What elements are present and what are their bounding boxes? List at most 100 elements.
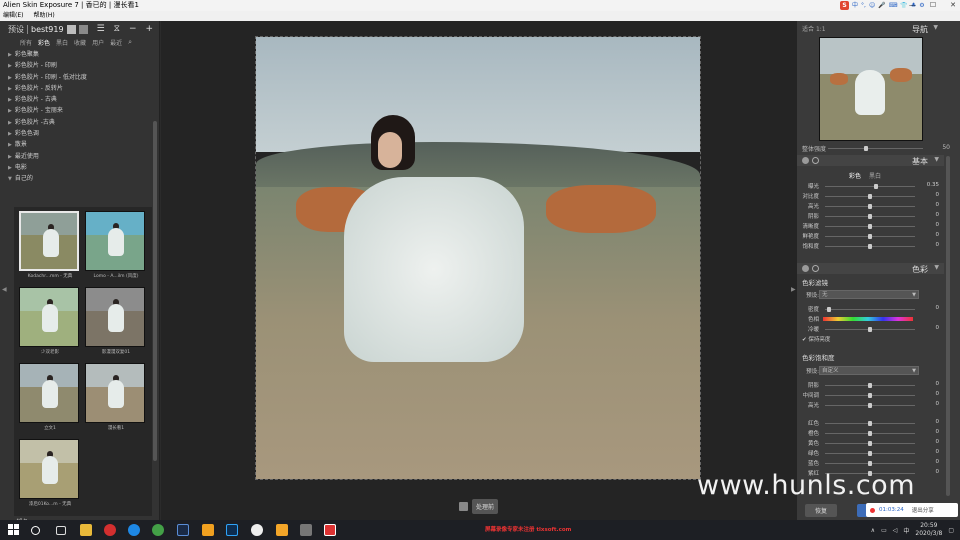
slider-track[interactable]: [825, 431, 915, 436]
slider-knob[interactable]: [868, 461, 872, 466]
preserve-luminance-checkbox[interactable]: ✔ 保持亮度: [802, 335, 830, 343]
slider-value[interactable]: 0: [936, 325, 940, 331]
slider-track[interactable]: [825, 224, 915, 229]
ime-emoji-icon[interactable]: ☺: [869, 0, 875, 11]
network-icon[interactable]: ▭: [881, 527, 887, 534]
slider-value[interactable]: 0: [936, 419, 940, 425]
overall-strength-slider[interactable]: [828, 146, 923, 151]
slider-track[interactable]: [825, 441, 915, 446]
slider-knob[interactable]: [868, 441, 872, 446]
screen-recorder-app-icon[interactable]: [300, 524, 312, 536]
tree-item[interactable]: ▶ 彩色聚集: [8, 49, 148, 60]
slider-track[interactable]: [825, 393, 915, 398]
slider-knob[interactable]: [868, 204, 872, 209]
qq-icon[interactable]: [251, 524, 263, 536]
slider-track[interactable]: [825, 421, 915, 426]
minimize-icon[interactable]: —: [909, 0, 916, 11]
saturation-preset-select[interactable]: 自定义 ▼: [819, 366, 919, 375]
tree-item[interactable]: ▶ 彩色胶片 - 宝丽来: [8, 105, 148, 116]
preset-thumbnail[interactable]: 影漫漫双复01: [85, 287, 147, 355]
slider-knob[interactable]: [868, 194, 872, 199]
tree-item-expanded[interactable]: ▼ 自己的: [8, 173, 148, 184]
slider-knob[interactable]: [868, 327, 872, 332]
compare-view-icon[interactable]: [459, 502, 468, 511]
panel-reset-icon[interactable]: [812, 157, 819, 164]
slider-track[interactable]: [825, 204, 915, 209]
tab-bw[interactable]: 黑白: [56, 38, 68, 47]
slider-track[interactable]: [825, 234, 915, 239]
slider-value[interactable]: 0: [936, 242, 940, 248]
slider-track[interactable]: [825, 383, 915, 388]
before-button[interactable]: 处理前: [472, 499, 499, 514]
ime-voice-icon[interactable]: 🎤: [878, 0, 885, 11]
tray-expand-icon[interactable]: ∧: [871, 527, 875, 534]
exposure-app-icon[interactable]: [324, 524, 336, 536]
slider-track[interactable]: [825, 403, 915, 408]
preset-thumbnail[interactable]: Lomo - A...ilm (风度): [85, 211, 147, 279]
collapse-icon[interactable]: ⧖: [114, 24, 120, 34]
tree-item[interactable]: ▶ 彩色胶片 -古典: [8, 117, 148, 128]
photoshop-icon[interactable]: [226, 524, 238, 536]
tree-item[interactable]: ▶ 电影: [8, 162, 148, 173]
slider-value[interactable]: 0: [936, 202, 940, 208]
tree-item[interactable]: ▶ 彩色色调: [8, 128, 148, 139]
browser-icon[interactable]: [128, 524, 140, 536]
tab-user[interactable]: 用户: [92, 38, 104, 47]
slider-track[interactable]: [825, 244, 915, 249]
photo-canvas[interactable]: [255, 36, 701, 480]
panel-menu-icon[interactable]: ▼: [934, 156, 939, 163]
slider-value[interactable]: 0: [936, 459, 940, 465]
tab-all[interactable]: 所有: [20, 38, 32, 47]
slider-value[interactable]: 0: [936, 381, 940, 387]
adjustments-scrollbar[interactable]: [946, 156, 950, 496]
reset-button[interactable]: 恢复: [805, 504, 838, 517]
ime-keyboard-icon[interactable]: ⌨: [889, 0, 898, 11]
slider-track[interactable]: [825, 461, 915, 466]
basic-panel-header[interactable]: 基本 ▼: [797, 155, 944, 166]
slider-knob[interactable]: [868, 421, 872, 426]
slider-value[interactable]: 0: [936, 449, 940, 455]
maximize-icon[interactable]: ☐: [930, 0, 936, 11]
tab-color-mode[interactable]: 彩色: [849, 171, 861, 180]
task-view-icon[interactable]: [56, 526, 66, 535]
slider-track[interactable]: [825, 307, 915, 312]
zoom-fit[interactable]: 适合: [802, 26, 814, 33]
zoom-1-1[interactable]: 1:1: [816, 26, 826, 33]
slider-knob[interactable]: [874, 184, 878, 189]
navigator-menu-icon[interactable]: ▼: [933, 24, 938, 31]
color-panel-header[interactable]: 色彩 ▼: [797, 263, 944, 274]
tree-item[interactable]: ▶ 散景: [8, 139, 148, 150]
tree-item[interactable]: ▶ 彩色胶片 - 印刷 - 低对比度: [8, 72, 148, 83]
preset-thumbnail[interactable]: 少双老影: [19, 287, 81, 355]
exit-share-button[interactable]: 退出分享: [912, 506, 934, 514]
preset-thumbnail[interactable]: 漫长看1: [85, 363, 147, 431]
preset-thumbnail[interactable]: Kodachr...mm - 无典: [19, 211, 81, 279]
preset-thumbnail[interactable]: 漆后01Ko...m - 无典: [19, 439, 81, 507]
panel-reset-icon[interactable]: [812, 265, 819, 272]
slider-track[interactable]: [825, 451, 915, 456]
preset-thumbnail[interactable]: 立文1: [19, 363, 81, 431]
file-explorer-icon[interactable]: [80, 524, 92, 536]
slider-value[interactable]: 0: [936, 232, 940, 238]
grid-view-icon[interactable]: [66, 24, 76, 34]
slider-track[interactable]: [825, 214, 915, 219]
panel-toggle-icon[interactable]: [802, 265, 809, 272]
collapse-right-panel-icon[interactable]: ▶: [791, 286, 796, 293]
slider-knob[interactable]: [868, 451, 872, 456]
preset-collection-name[interactable]: best919: [31, 25, 64, 34]
slider-value[interactable]: 0: [936, 429, 940, 435]
list-view-icon[interactable]: ☰: [97, 24, 105, 34]
windows-start-icon[interactable]: [8, 524, 20, 536]
notification-icon[interactable]: ▢: [948, 527, 954, 534]
presets-scrollbar[interactable]: [153, 121, 157, 461]
slider-knob[interactable]: [827, 307, 831, 312]
tab-recent[interactable]: 最近: [110, 38, 122, 47]
color-filter-preset-select[interactable]: 无 ▼: [819, 290, 919, 299]
search-icon[interactable]: [31, 526, 40, 535]
slider-knob[interactable]: [868, 393, 872, 398]
menu-edit[interactable]: 编辑(E): [3, 11, 23, 21]
slider-knob[interactable]: [868, 403, 872, 408]
tree-item[interactable]: ▶ 彩色胶片 - 印刷: [8, 60, 148, 71]
navigator-preview[interactable]: [819, 37, 923, 141]
app-icon[interactable]: [276, 524, 288, 536]
